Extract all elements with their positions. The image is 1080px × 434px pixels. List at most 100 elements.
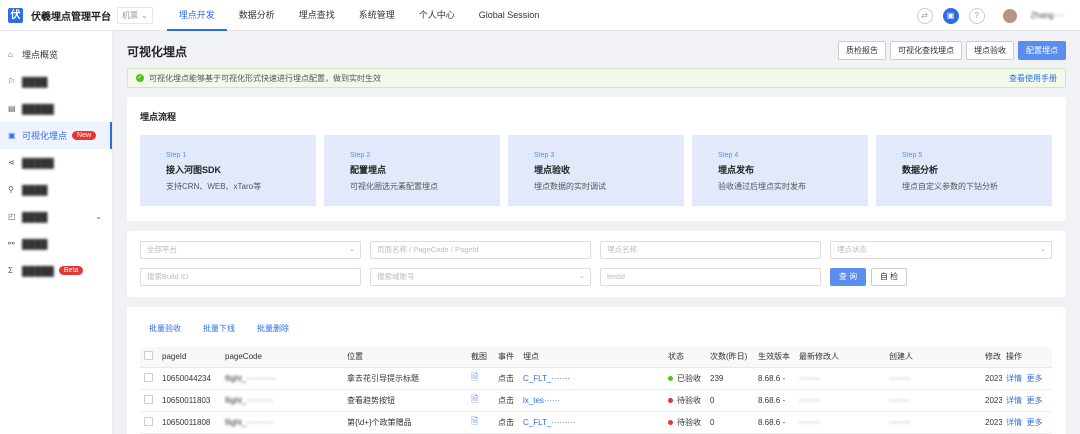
more-link[interactable]: 更多 [1026, 418, 1042, 427]
cell-point[interactable]: C_FLT_······· [519, 367, 664, 390]
sidebar-item-visual-tracking[interactable]: ▣ 可视化埋点 New [0, 122, 112, 149]
step-card: Step 3 埋点验收 埋点数据的实时调试 [508, 135, 684, 206]
detail-link[interactable]: 详情 [1006, 374, 1022, 383]
sidebar-item-7[interactable]: ◰ ████ ⌄ [0, 203, 112, 230]
query-button[interactable]: 查 询 [830, 268, 866, 286]
sigma-icon: Σ [8, 266, 13, 275]
detail-link[interactable]: 详情 [1006, 418, 1022, 427]
sidebar-item-label: ████ [22, 211, 48, 222]
cell-creator: ········ [885, 367, 981, 390]
row-checkbox[interactable] [144, 394, 153, 404]
nav-item-system[interactable]: 系统管理 [347, 0, 407, 31]
build-id-input[interactable]: 搜索Build ID [140, 268, 361, 286]
step-desc: 支持CRN、WEB、xTaro等 [166, 182, 262, 191]
step-number: Step 1 [166, 152, 187, 159]
col-status: 状态 [664, 347, 706, 368]
configure-button[interactable]: 配置埋点 [1018, 41, 1066, 60]
sidebar-item-label: ████ [22, 238, 48, 249]
sidebar-item-5[interactable]: ⋖ █████ [0, 149, 112, 176]
sidebar-item-label: ████ [22, 184, 48, 195]
sidebar-item-9[interactable]: Σ █████ Beta [0, 257, 112, 284]
screenshot-icon[interactable]: 🗎 [471, 372, 478, 382]
sidebar-item-3[interactable]: ▤ █████ [0, 95, 112, 122]
chevron-down-icon: ⌄ [95, 212, 102, 221]
quality-report-button[interactable]: 质检报告 [838, 41, 886, 60]
page-search-placeholder: 页面名称 / PageCode / PageId [377, 245, 479, 254]
sidebar-item-8[interactable]: ⚯ ████ [0, 230, 112, 257]
help-icon[interactable]: ? [968, 7, 985, 24]
cell-pageid: 10650044234 [158, 367, 221, 390]
top-right-tools: ⇄ ▣ ? Zhang···· [916, 0, 1064, 31]
cell-modifier: ········ [795, 389, 885, 412]
nav-item-analysis[interactable]: 数据分析 [227, 0, 287, 31]
status-dot [668, 397, 673, 403]
cell-screenshot: 🗎 [467, 389, 494, 412]
step-card: Step 5 数据分析 埋点自定义参数的下钻分析 [876, 135, 1052, 206]
visual-find-button[interactable]: 可视化查找埋点 [890, 41, 962, 60]
cell-event: 点击 [494, 367, 519, 390]
flow-steps: Step 1 接入河图SDK 支持CRN、WEB、xTaro等 Step 2 配… [140, 135, 1052, 206]
translate-icon[interactable]: ⇄ [916, 7, 933, 24]
cell-pageid: 10650011808 [158, 411, 221, 434]
bulk-delete-button[interactable]: 批量删除 [257, 323, 289, 334]
row-checkbox[interactable] [144, 372, 153, 382]
manual-link[interactable]: 查看使用手册 [1009, 73, 1057, 84]
main-content: 可视化埋点 质检报告 可视化查找埋点 埋点验收 配置埋点 ✓ 可视化埋点能够基于… [113, 31, 1080, 434]
step-number: Step 4 [718, 152, 739, 159]
table-row: 10650044234 flight_··········· 拿去花引导提示标题… [140, 367, 1052, 390]
sidebar-item-2[interactable]: ⚐ ████ [0, 68, 112, 95]
step-desc: 可视化圈选元素配置埋点 [350, 182, 438, 191]
bulk-offline-button[interactable]: 批量下线 [203, 323, 235, 334]
nav-item-search[interactable]: 埋点查找 [287, 0, 347, 31]
cell-count: 0 [706, 411, 754, 434]
status-text: 待验收 [677, 417, 701, 427]
bulk-accept-button[interactable]: 批量验收 [149, 323, 181, 334]
cell-modified: 2023 [981, 411, 1002, 434]
status-select[interactable]: 埋点状态 ⌄ [830, 241, 1052, 259]
sidebar-item-label: █████ [22, 157, 54, 168]
chevron-down-icon: ⌄ [141, 10, 148, 20]
platform-select[interactable]: 全部平台 ⌄ [140, 241, 361, 259]
chevron-down-icon: ⌄ [579, 273, 585, 280]
env-selector[interactable]: 机票 ⌄ [117, 6, 153, 24]
account-placeholder: 搜索域账号 [377, 272, 415, 281]
cell-screenshot: 🗎 [467, 367, 494, 390]
screen-icon[interactable]: ▣ [942, 7, 959, 24]
select-all-checkbox[interactable] [144, 351, 153, 361]
cell-status: 待验收 [664, 411, 706, 434]
screenshot-icon[interactable]: 🗎 [471, 416, 478, 426]
cell-point[interactable]: C_FLT_········· [519, 411, 664, 434]
cell-actions: 详情 更多 [1002, 411, 1052, 434]
row-checkbox[interactable] [144, 416, 153, 426]
sidebar-item-6[interactable]: ⚲ ████ [0, 176, 112, 203]
point-name-input[interactable]: 埋点名称 [600, 241, 821, 259]
sidebar-item-overview[interactable]: ⌂ 埋点概览 [0, 41, 112, 68]
tracking-table: pageId pageCode 位置 截图 事件 埋点 状态 次数(昨日) 生效… [140, 347, 1052, 434]
screenshot-icon[interactable]: 🗎 [471, 394, 478, 404]
accept-button[interactable]: 埋点验收 [966, 41, 1014, 60]
cell-point[interactable]: lx_tes······ [519, 389, 664, 412]
table-row: 10650011803 flight_·········· 查看趋势按钮 🗎 点… [140, 389, 1052, 412]
col-modifier: 最新修改人 [795, 347, 885, 368]
account-select[interactable]: 搜索域账号 ⌄ [370, 268, 591, 286]
status-dot [668, 375, 673, 381]
nav-item-global-session[interactable]: Global Session [467, 0, 552, 31]
status-placeholder: 埋点状态 [837, 245, 867, 254]
link-icon: ⚯ [8, 239, 15, 248]
detail-link[interactable]: 详情 [1006, 396, 1022, 405]
page-search-input[interactable]: 页面名称 / PageCode / PageId [370, 241, 591, 259]
more-link[interactable]: 更多 [1026, 396, 1042, 405]
cell-screenshot: 🗎 [467, 411, 494, 434]
testid-input[interactable]: testid [600, 268, 821, 286]
cell-count: 0 [706, 389, 754, 412]
col-screenshot: 截图 [467, 347, 494, 368]
nav-item-profile[interactable]: 个人中心 [407, 0, 467, 31]
cell-position: 拿去花引导提示标题 [343, 367, 467, 390]
user-name[interactable]: Zhang···· [1031, 11, 1064, 20]
step-name: 配置埋点 [350, 165, 387, 175]
nav-item-dev[interactable]: 埋点开发 [166, 0, 227, 31]
step-card: Step 2 配置埋点 可视化圈选元素配置埋点 [324, 135, 500, 206]
more-link[interactable]: 更多 [1026, 374, 1042, 383]
avatar[interactable] [1002, 8, 1017, 23]
self-check-button[interactable]: 自 检 [871, 268, 907, 286]
